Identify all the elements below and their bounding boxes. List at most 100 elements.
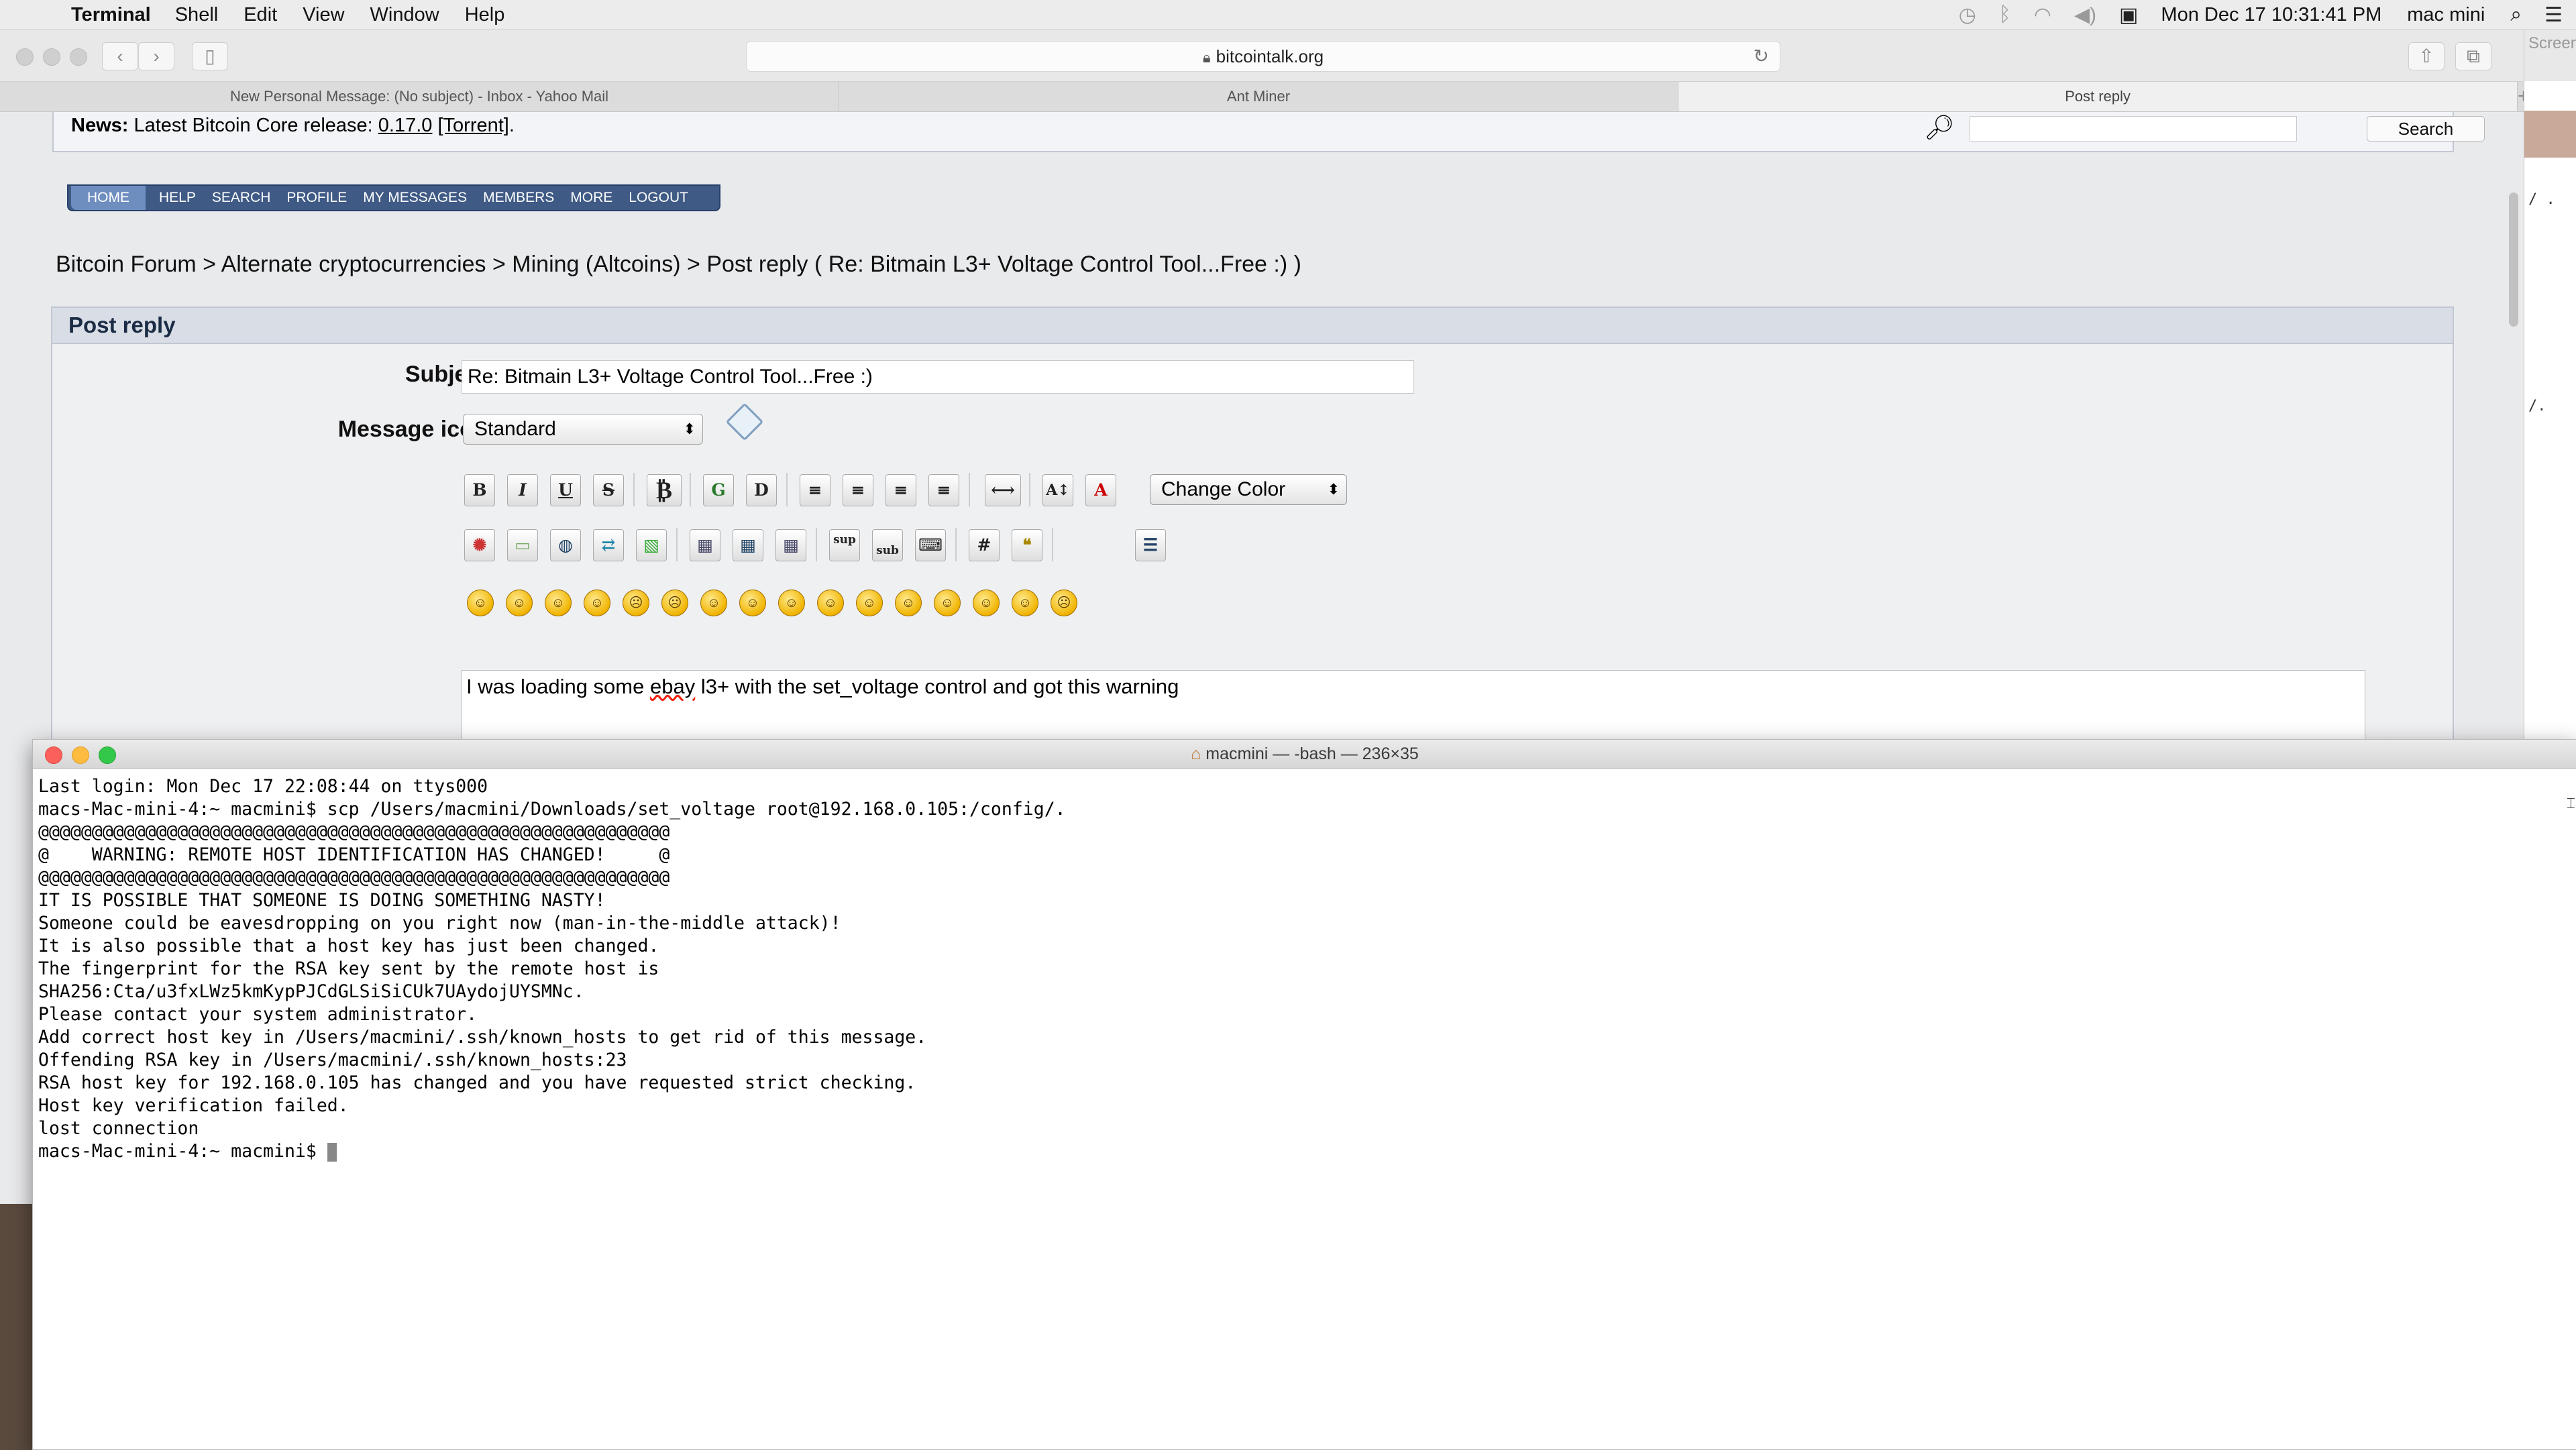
terminal-window[interactable]: ⌂ macmini — -bash — 236×35 ⌶ Last login:… — [32, 739, 2576, 1450]
lips-sealed-icon[interactable]: ☺ — [934, 590, 961, 616]
justify-button[interactable]: ≡ — [843, 474, 873, 506]
shadow-button[interactable]: D — [746, 474, 777, 506]
address-bar[interactable]: 🔒︎ bitcointalk.org ↻ — [746, 41, 1780, 72]
code-button[interactable]: # — [969, 529, 1000, 561]
nav-home[interactable]: HOME — [71, 186, 146, 210]
menu-app-name[interactable]: Terminal — [71, 4, 151, 26]
table-column-icon[interactable]: ▦ — [775, 529, 806, 561]
sidebar-toggle-icon[interactable]: ▯ — [192, 42, 228, 70]
tab-yahoo-mail[interactable]: New Personal Message: (No subject) - Inb… — [0, 82, 839, 111]
kiss-icon[interactable]: ☺ — [1012, 590, 1038, 616]
cool-icon[interactable]: ☺ — [739, 590, 766, 616]
cheesy-icon[interactable]: ☺ — [545, 590, 572, 616]
align-right-button[interactable]: ≡ — [928, 474, 959, 506]
bluetooth-icon[interactable]: ᛒ — [1999, 3, 2011, 26]
angry-icon[interactable]: ☹ — [623, 590, 649, 616]
lock-icon: 🔒︎ — [1202, 49, 1211, 66]
new-tab-icon[interactable]: + — [2518, 82, 2524, 111]
menu-user[interactable]: mac mini — [2407, 4, 2485, 26]
menu-window[interactable]: Window — [370, 4, 439, 26]
news-torrent-link[interactable]: [Torrent] — [437, 115, 508, 136]
insert-image-icon[interactable]: ▧ — [636, 529, 667, 561]
notification-center-icon[interactable]: ☰ — [2544, 3, 2563, 27]
menu-view[interactable]: View — [303, 4, 344, 26]
message-icon-select[interactable]: Standard ⬍ — [463, 414, 703, 445]
terminal-line: Offending RSA key in /Users/macmini/.ssh… — [38, 1050, 627, 1070]
tab-post-reply[interactable]: Post reply — [1678, 82, 2518, 111]
subject-input[interactable]: Re: Bitmain L3+ Voltage Control Tool...F… — [462, 360, 1414, 394]
italic-button[interactable]: I — [507, 474, 538, 506]
smiley-icon[interactable]: ☺ — [467, 590, 494, 616]
font-size-button[interactable]: A↕ — [1042, 474, 1073, 506]
nav-members[interactable]: MEMBERS — [475, 186, 562, 210]
terminal-titlebar[interactable]: ⌂ macmini — -bash — 236×35 — [33, 740, 2576, 769]
flash-icon[interactable]: ✺ — [464, 529, 495, 561]
table-row-icon[interactable]: ▦ — [733, 529, 763, 561]
tongue-icon[interactable]: ☺ — [856, 590, 883, 616]
horizontal-rule-button[interactable]: ⟷ — [985, 474, 1021, 506]
superscript-button[interactable]: sup — [829, 529, 860, 561]
align-center-button[interactable]: ≡ — [885, 474, 916, 506]
nav-logout[interactable]: LOGOUT — [621, 186, 696, 210]
list-icon[interactable]: ☰ — [1135, 529, 1166, 561]
input-source-icon[interactable]: ▣ — [2119, 3, 2138, 27]
nav-my-messages[interactable]: MY MESSAGES — [355, 186, 475, 210]
nav-more[interactable]: MORE — [562, 186, 621, 210]
search-button[interactable]: Search — [2367, 116, 2485, 142]
terminal-cursor — [327, 1142, 337, 1162]
menu-shell[interactable]: Shell — [175, 4, 219, 26]
embarrassed-icon[interactable]: ☺ — [895, 590, 922, 616]
bitcoin-button[interactable]: ₿ — [647, 474, 682, 506]
font-color-button[interactable]: A — [1085, 474, 1116, 506]
wifi-icon[interactable]: ◠ — [2034, 3, 2051, 27]
menu-edit[interactable]: Edit — [244, 4, 277, 26]
table-icon[interactable]: ▦ — [690, 529, 720, 561]
sad-icon[interactable]: ☹ — [661, 590, 688, 616]
breadcrumb[interactable]: Bitcoin Forum > Alternate cryptocurrenci… — [56, 252, 1301, 278]
terminal-minimize-button[interactable] — [72, 746, 89, 764]
grin-icon[interactable]: ☺ — [584, 590, 610, 616]
tabs-overview-icon[interactable]: ⧉ — [2455, 42, 2491, 70]
huh-icon[interactable]: ☺ — [778, 590, 805, 616]
tab-ant-miner[interactable]: Ant Miner — [839, 82, 1678, 111]
terminal-close-button[interactable] — [45, 746, 62, 764]
change-color-select[interactable]: Change Color ⬍ — [1150, 474, 1347, 505]
terminal-output[interactable]: Last login: Mon Dec 17 22:08:44 on ttys0… — [33, 769, 2576, 1170]
quote-icon[interactable]: ❝ — [1012, 529, 1042, 561]
page-scrollbar[interactable] — [2509, 192, 2518, 327]
forward-button[interactable]: › — [138, 42, 174, 70]
reload-icon[interactable]: ↻ — [1754, 42, 1769, 71]
share-icon[interactable]: ⇧ — [2408, 42, 2445, 70]
nav-help[interactable]: HELP — [151, 186, 204, 210]
spotlight-icon[interactable]: ⌕ — [2510, 3, 2522, 26]
nav-profile[interactable]: PROFILE — [278, 186, 355, 210]
subscript-button[interactable]: sub — [872, 529, 903, 561]
close-window-button[interactable] — [16, 48, 34, 66]
change-color-label: Change Color — [1161, 478, 1286, 500]
shocked-icon[interactable]: ☺ — [700, 590, 727, 616]
glow-button[interactable]: G — [703, 474, 734, 506]
align-left-button[interactable]: ≡ — [800, 474, 830, 506]
image-icon[interactable]: ▭ — [507, 529, 538, 561]
minimize-window-button[interactable] — [43, 48, 60, 66]
roll-eyes-icon[interactable]: ☺ — [817, 590, 844, 616]
underline-button[interactable]: U — [550, 474, 581, 506]
zoom-window-button[interactable] — [70, 48, 87, 66]
hyperlink-icon[interactable]: ◍ — [550, 529, 581, 561]
menu-clock[interactable]: Mon Dec 17 10:31:41 PM — [2161, 4, 2381, 26]
teletype-icon[interactable]: ⌨ — [915, 529, 946, 561]
search-input[interactable] — [1970, 116, 2297, 142]
terminal-zoom-button[interactable] — [99, 746, 116, 764]
time-machine-icon[interactable]: ◷ — [1959, 3, 1976, 27]
volume-icon[interactable]: ◀) — [2074, 3, 2096, 27]
bold-button[interactable]: B — [464, 474, 495, 506]
wink-icon[interactable]: ☺ — [506, 590, 533, 616]
menu-help[interactable]: Help — [465, 4, 505, 26]
news-version-link[interactable]: 0.17.0 — [378, 115, 433, 136]
cry-icon[interactable]: ☹ — [1051, 590, 1077, 616]
nav-search[interactable]: SEARCH — [204, 186, 279, 210]
strikethrough-button[interactable]: S — [593, 474, 624, 506]
undecided-icon[interactable]: ☺ — [973, 590, 1000, 616]
ftp-link-icon[interactable]: ⇄ — [593, 529, 624, 561]
back-button[interactable]: ‹ — [102, 42, 138, 70]
